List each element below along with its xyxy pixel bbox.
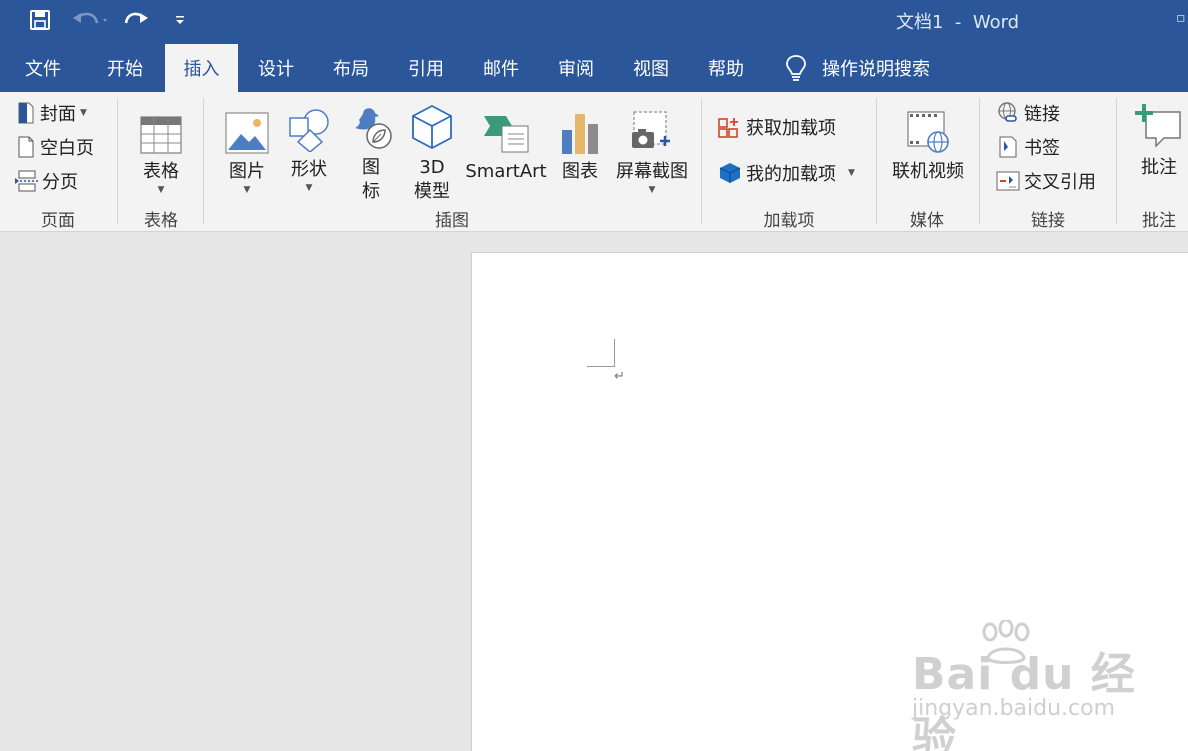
cover-page-label: 封面	[40, 104, 76, 125]
redo-icon[interactable]	[120, 6, 152, 34]
smartart-icon	[482, 104, 530, 154]
tab-help[interactable]: 帮助	[694, 44, 758, 92]
comment-icon	[1134, 100, 1184, 150]
link-icon	[996, 101, 1020, 125]
screenshot-icon	[630, 104, 674, 154]
cross-reference-button[interactable]: 交叉引用	[996, 168, 1096, 194]
baidu-watermark: Bai du 经验 jingyan.baidu.com	[910, 620, 1140, 751]
group-label-comments: 批注	[1142, 211, 1176, 231]
ribbon: 封面 ▼ 空白页 分页 页面 表格 ▼ 表格 图片 ▼ 形状 ▼ 图 标 3D …	[0, 92, 1188, 232]
smartart-button[interactable]: SmartArt	[464, 104, 548, 184]
shapes-button[interactable]: 形状 ▼	[282, 102, 336, 194]
chevron-down-icon: ▼	[243, 185, 251, 195]
tab-home[interactable]: 开始	[92, 44, 158, 92]
ribbon-tab-bar: 文件 开始 插入 设计 布局 引用 邮件 审阅 视图 帮助 操作说明搜索	[0, 44, 1188, 92]
tab-view[interactable]: 视图	[619, 44, 683, 92]
chevron-down-icon: ▼	[648, 185, 656, 195]
group-label-pages: 页面	[41, 211, 75, 231]
3d-models-button[interactable]: 3D 模型	[406, 100, 458, 204]
group-label-links: 链接	[1031, 211, 1065, 231]
online-video-icon	[906, 104, 950, 154]
get-addins-label: 获取加载项	[746, 118, 836, 139]
online-video-button[interactable]: 联机视频	[886, 104, 970, 184]
smartart-label: SmartArt	[465, 161, 547, 182]
undo-icon[interactable]	[70, 6, 112, 34]
title-bar: 文档1 - Word ▫	[0, 0, 1188, 44]
group-label-addins: 加载项	[763, 211, 815, 231]
chevron-down-icon: ▼	[157, 185, 165, 195]
get-addins-button[interactable]: 获取加载项	[718, 114, 836, 140]
cube-icon	[411, 100, 453, 150]
tell-me-search[interactable]: 操作说明搜索	[784, 44, 930, 92]
group-separator	[1116, 98, 1117, 224]
table-button[interactable]: 表格 ▼	[128, 104, 194, 196]
chevron-down-icon: ▼	[305, 183, 313, 193]
window-title: 文档1 - Word	[896, 12, 1020, 33]
3d-models-label-line1: 3D	[419, 157, 445, 178]
tab-references[interactable]: 引用	[394, 44, 458, 92]
paragraph-mark: ↵	[614, 369, 625, 384]
chart-label: 图表	[562, 161, 598, 182]
cross-reference-label: 交叉引用	[1024, 172, 1096, 193]
page-break-button[interactable]: 分页	[14, 168, 78, 194]
tab-mailings[interactable]: 邮件	[469, 44, 533, 92]
margin-corner-mark	[587, 339, 615, 367]
blank-page-button[interactable]: 空白页	[16, 134, 94, 160]
ribbon-display-icon[interactable]: ▫	[1176, 10, 1188, 28]
tell-me-label: 操作说明搜索	[822, 59, 930, 80]
icons-label-line1: 图	[362, 157, 380, 178]
cover-page-icon	[16, 102, 36, 124]
online-video-label: 联机视频	[892, 161, 964, 182]
shapes-icon	[286, 102, 332, 152]
3d-models-label-line2: 模型	[414, 181, 450, 202]
pictures-label: 图片	[229, 161, 265, 182]
shapes-label: 形状	[291, 159, 327, 180]
group-label-illustrations: 插图	[435, 211, 469, 231]
screenshot-button[interactable]: 屏幕截图 ▼	[612, 104, 692, 196]
lightbulb-icon	[786, 55, 806, 81]
chart-button[interactable]: 图表	[554, 104, 606, 184]
chevron-down-icon: ▼	[848, 168, 855, 178]
group-label-tables: 表格	[144, 211, 178, 231]
icons-icon	[349, 100, 393, 150]
cover-page-button[interactable]: 封面 ▼	[16, 100, 87, 126]
chevron-down-icon: ▼	[80, 108, 87, 118]
link-label: 链接	[1024, 104, 1060, 125]
tab-review[interactable]: 审阅	[544, 44, 608, 92]
link-button[interactable]: 链接	[996, 100, 1060, 126]
bookmark-button[interactable]: 书签	[996, 134, 1060, 160]
watermark-sub: jingyan.baidu.com	[912, 696, 1116, 721]
chart-icon	[560, 104, 600, 154]
bookmark-label: 书签	[1024, 138, 1060, 159]
pictures-button[interactable]: 图片 ▼	[220, 104, 274, 196]
new-comment-label: 批注	[1141, 157, 1177, 178]
blank-page-icon	[16, 136, 36, 158]
new-comment-button[interactable]: 批注	[1130, 100, 1188, 180]
blank-page-label: 空白页	[40, 138, 94, 159]
tab-layout[interactable]: 布局	[319, 44, 383, 92]
tab-insert[interactable]: 插入	[165, 44, 238, 92]
icons-button[interactable]: 图 标	[346, 100, 396, 204]
customize-qat-icon[interactable]	[170, 6, 190, 34]
bookmark-icon	[996, 135, 1020, 159]
store-icon	[718, 116, 742, 138]
page-break-label: 分页	[42, 172, 78, 193]
table-icon	[140, 104, 182, 154]
table-label: 表格	[143, 161, 179, 182]
tab-design[interactable]: 设计	[244, 44, 308, 92]
icons-label-line2: 标	[362, 181, 380, 202]
group-label-media: 媒体	[910, 211, 944, 231]
picture-icon	[225, 104, 269, 154]
page-break-icon	[14, 170, 38, 192]
save-icon[interactable]	[26, 6, 54, 34]
watermark-main: Bai du 经验	[912, 649, 1136, 751]
my-addins-icon	[718, 162, 742, 184]
my-addins-button[interactable]: 我的加载项 ▼	[718, 160, 855, 186]
cross-reference-icon	[996, 169, 1020, 193]
screenshot-label: 屏幕截图	[616, 161, 688, 182]
tab-file[interactable]: 文件	[10, 44, 76, 92]
my-addins-label: 我的加载项	[746, 164, 836, 185]
